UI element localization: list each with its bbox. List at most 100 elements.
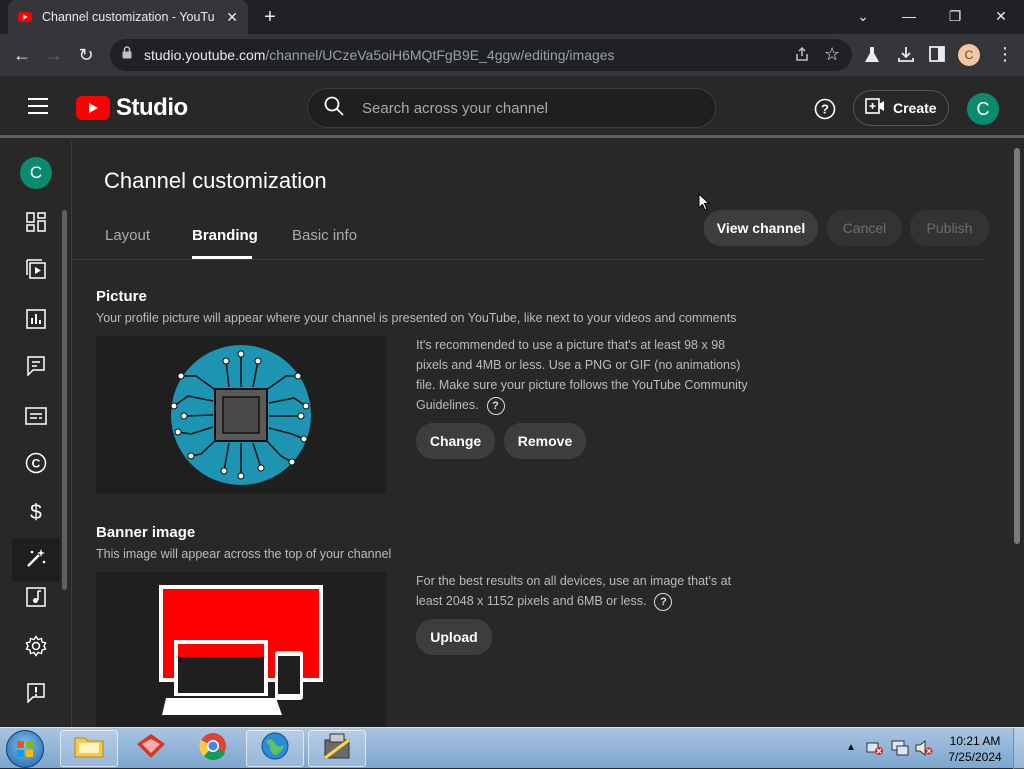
- tab-branding[interactable]: Branding: [192, 227, 258, 244]
- circuit-chip-image: [170, 345, 311, 485]
- side-panel-icon[interactable]: [929, 46, 945, 67]
- minimize-icon[interactable]: —: [894, 5, 924, 27]
- lock-icon: [122, 46, 132, 64]
- forward-icon[interactable]: →: [42, 43, 66, 67]
- publish-button[interactable]: Publish: [910, 210, 989, 246]
- remove-picture-button[interactable]: Remove: [504, 423, 586, 459]
- create-button[interactable]: Create: [853, 90, 949, 126]
- youtube-logo-icon: [76, 96, 110, 120]
- sidebar-item-analytics[interactable]: [12, 299, 60, 343]
- show-hidden-icons-icon[interactable]: ▲: [846, 742, 856, 753]
- taskbar-file-explorer[interactable]: [60, 730, 118, 767]
- music-note-icon: [26, 586, 46, 612]
- show-desktop-button[interactable]: [1013, 728, 1024, 769]
- clock-date: 7/25/2024: [948, 750, 1002, 764]
- address-bar[interactable]: studio.youtube.com/channel/UCzeVa5oiH6MQ…: [110, 39, 852, 71]
- close-tab-icon[interactable]: ✕: [226, 9, 238, 26]
- profile-avatar[interactable]: C: [958, 44, 980, 66]
- account-avatar[interactable]: C: [967, 93, 999, 125]
- display-icon[interactable]: [891, 740, 909, 761]
- magic-wand-icon: [25, 547, 47, 574]
- tab-layout[interactable]: Layout: [105, 227, 150, 244]
- change-picture-button[interactable]: Change: [416, 423, 495, 459]
- start-button-icon[interactable]: [6, 730, 44, 768]
- view-channel-button[interactable]: View channel: [704, 210, 818, 246]
- sidebar-item-feedback[interactable]: [12, 673, 60, 717]
- browser-tab-bar: Channel customization - YouTub ✕ + ⌄ — ❐…: [0, 0, 1024, 34]
- close-window-icon[interactable]: ✕: [986, 5, 1016, 27]
- cancel-button[interactable]: Cancel: [827, 210, 902, 246]
- upload-banner-button[interactable]: Upload: [416, 619, 492, 655]
- windows-taskbar: ▲ 10:21 AM 7/25/2024: [0, 727, 1024, 769]
- page-scrollbar[interactable]: [1014, 148, 1020, 544]
- banner-help-icon[interactable]: ?: [654, 592, 673, 611]
- logo-text: Studio: [116, 94, 188, 121]
- analytics-icon: [26, 308, 46, 334]
- comments-icon: [26, 355, 46, 381]
- main-content: Channel customization Layout Branding Ba…: [73, 141, 1024, 727]
- create-video-icon: [865, 97, 885, 119]
- sidebar-item-content[interactable]: [12, 249, 60, 293]
- system-clock[interactable]: 10:21 AM 7/25/2024: [940, 733, 1010, 765]
- tabs-divider: [73, 259, 985, 260]
- studio-logo[interactable]: Studio: [76, 94, 188, 122]
- labs-flask-icon[interactable]: [864, 46, 880, 69]
- sidebar-item-subtitles[interactable]: [12, 396, 60, 440]
- picture-help-icon[interactable]: ?: [486, 396, 505, 415]
- tool-app-icon: [322, 732, 352, 765]
- back-icon[interactable]: ←: [10, 43, 34, 67]
- sidebar-item-copyright[interactable]: C: [12, 443, 60, 487]
- sidebar-item-settings[interactable]: [12, 626, 60, 670]
- globe-icon: [260, 731, 290, 766]
- taskbar-globe-app[interactable]: [246, 730, 304, 767]
- browser-tab[interactable]: Channel customization - YouTub ✕: [8, 0, 248, 34]
- browser-tab-title: Channel customization - YouTub: [42, 10, 214, 24]
- new-tab-icon[interactable]: +: [258, 5, 282, 29]
- url-domain: studio.youtube.com: [144, 47, 266, 63]
- sidebar-item-comments[interactable]: [12, 346, 60, 390]
- picture-section-description: Your profile picture will appear where y…: [96, 311, 737, 325]
- red-app-icon: [136, 733, 166, 764]
- tab-basic-info[interactable]: Basic info: [292, 227, 357, 244]
- network-error-icon[interactable]: [866, 740, 884, 761]
- copyright-icon: C: [25, 452, 47, 479]
- gear-icon: [25, 634, 47, 662]
- banner-info: For the best results on all devices, use…: [416, 571, 756, 611]
- search-icon: [324, 96, 344, 121]
- bookmark-star-icon[interactable]: ☆: [824, 44, 840, 65]
- clock-time: 10:21 AM: [949, 734, 1001, 748]
- taskbar-tool-app[interactable]: [308, 730, 366, 767]
- banner-section-title: Banner image: [96, 524, 196, 541]
- hamburger-menu-icon[interactable]: [28, 98, 48, 119]
- tab-search-icon[interactable]: ⌄: [848, 5, 878, 27]
- help-icon[interactable]: ?: [814, 98, 836, 125]
- search-input[interactable]: Search across your channel: [307, 88, 716, 128]
- banner-devices-image: [159, 585, 323, 715]
- sidebar-item-audio-library[interactable]: [12, 586, 60, 612]
- banner-section-description: This image will appear across the top of…: [96, 547, 392, 561]
- page-title: Channel customization: [104, 168, 327, 193]
- channel-avatar[interactable]: C: [20, 157, 52, 189]
- chrome-icon: [198, 731, 228, 766]
- volume-muted-icon[interactable]: [915, 739, 933, 761]
- sidebar-item-dashboard[interactable]: [12, 202, 60, 246]
- picture-section-title: Picture: [96, 288, 147, 305]
- search-placeholder: Search across your channel: [362, 99, 548, 117]
- svg-text:?: ?: [821, 102, 829, 117]
- youtube-favicon-icon: [18, 10, 32, 24]
- sidebar-scrollbar[interactable]: [62, 210, 67, 590]
- studio-header: Studio Search across your channel ? Crea…: [0, 76, 1024, 138]
- download-icon[interactable]: [897, 45, 915, 68]
- create-label: Create: [893, 100, 937, 116]
- restore-icon[interactable]: ❐: [940, 5, 970, 27]
- browser-menu-icon[interactable]: ⋮: [996, 44, 1014, 65]
- taskbar-app-red[interactable]: [122, 730, 180, 767]
- dashboard-icon: [26, 211, 46, 237]
- share-icon[interactable]: [794, 46, 810, 67]
- reload-icon[interactable]: ↻: [74, 43, 98, 67]
- sidebar-item-customization[interactable]: [12, 538, 60, 582]
- taskbar-chrome[interactable]: [184, 730, 242, 767]
- feedback-icon: [26, 682, 46, 708]
- sidebar-item-earn[interactable]: $: [12, 491, 60, 535]
- url-path: /channel/UCzeVa5oiH6MQtFgB9E_4ggw/editin…: [265, 47, 615, 63]
